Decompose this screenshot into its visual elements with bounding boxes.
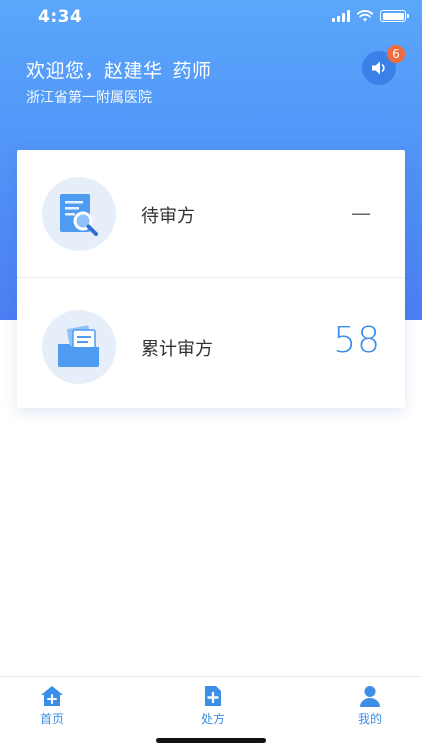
tab-prescription-label: 处方 xyxy=(200,712,225,726)
stats-card: 待审方 — 累计审方 58 xyxy=(17,150,405,408)
total-icon-circle xyxy=(42,310,116,384)
cellular-signal-icon xyxy=(332,10,350,22)
total-reviewed-label: 累计审方 xyxy=(141,339,213,360)
user-icon xyxy=(360,686,380,707)
greeting-text: 欢迎您， xyxy=(26,60,105,82)
tab-home-label: 首页 xyxy=(39,712,64,726)
pending-icon-circle xyxy=(42,177,116,251)
user-name: 赵建华 xyxy=(104,60,163,82)
wifi-icon xyxy=(357,10,373,22)
greeting: 欢迎您，赵建华 药师 xyxy=(26,56,212,83)
total-reviewed-value: 58 xyxy=(333,320,381,361)
pending-review-row[interactable]: 待审方 — xyxy=(17,150,405,278)
document-search-icon xyxy=(60,194,98,236)
total-reviewed-row[interactable]: 累计审方 58 xyxy=(17,278,405,408)
pending-review-value: — xyxy=(351,201,371,225)
home-indicator[interactable] xyxy=(156,738,266,743)
battery-icon xyxy=(380,10,409,22)
status-time: 4:34 xyxy=(38,7,83,27)
tab-profile-label: 我的 xyxy=(357,712,382,726)
pending-review-label: 待审方 xyxy=(141,206,195,227)
speaker-icon xyxy=(372,61,385,75)
prescription-icon xyxy=(205,686,221,706)
folder-documents-icon xyxy=(58,325,99,367)
status-bar: 4:34 xyxy=(0,0,422,34)
hospital-name: 浙江省第一附属医院 xyxy=(26,90,152,106)
tab-prescription[interactable]: 处方 xyxy=(173,685,253,727)
tab-profile[interactable]: 我的 xyxy=(330,685,410,727)
user-role: 药师 xyxy=(172,60,212,82)
status-indicators xyxy=(332,10,409,22)
home-icon xyxy=(41,686,63,706)
notification-badge: 6 xyxy=(387,45,405,63)
tab-home[interactable]: 首页 xyxy=(12,685,92,727)
